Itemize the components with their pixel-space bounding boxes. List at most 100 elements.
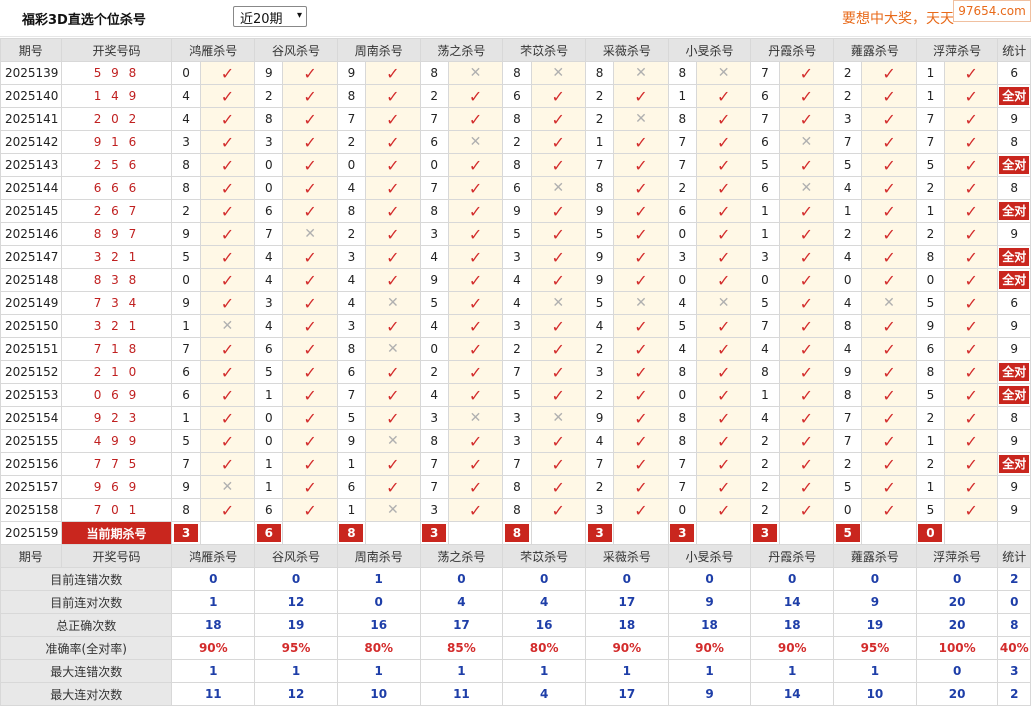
result-mark-cell: ✓	[944, 291, 999, 315]
kill-number-cell: 3	[254, 291, 284, 315]
result-mark-cell: ✓	[530, 107, 586, 131]
kill-number-cell: 8	[336, 84, 367, 108]
result-mark-cell: ✓	[282, 429, 338, 453]
kill-number-cell: 0	[833, 498, 863, 522]
check-icon: ✓	[220, 155, 235, 175]
current-kill-cell: 8	[502, 521, 532, 545]
result-mark-cell: ✓	[447, 429, 504, 453]
result-mark-cell: ✓	[944, 268, 999, 292]
check-icon: ✓	[468, 339, 483, 359]
result-mark-cell: ✓	[282, 84, 338, 108]
check-icon: ✓	[220, 270, 235, 290]
result-mark-cell: ✓	[778, 291, 835, 315]
kill-number-cell: 6	[419, 130, 449, 154]
check-icon: ✓	[634, 385, 648, 405]
check-icon: ✓	[551, 362, 565, 382]
result-mark-cell: ✓	[530, 383, 586, 407]
result-mark-cell: ✕	[447, 130, 504, 154]
stat-value: 17	[584, 590, 669, 614]
check-icon: ✓	[964, 86, 978, 106]
result-mark-cell: ✓	[447, 176, 504, 200]
column-header: 浮萍杀号	[915, 544, 999, 568]
result-mark-cell: ✓	[944, 383, 999, 407]
result-mark-cell: ✕	[447, 61, 504, 85]
kill-number-cell: 6	[171, 383, 201, 407]
result-mark-cell: ✓	[695, 268, 752, 292]
result-mark-cell: ✓	[530, 475, 586, 499]
kill-number-cell: 3	[584, 498, 615, 522]
result-mark-cell: ✓	[944, 245, 999, 269]
result-mark-cell: ✓	[695, 360, 752, 384]
result-mark-cell: ✓	[695, 176, 752, 200]
kill-number-cell: 1	[750, 383, 780, 407]
result-mark-cell: ✕	[613, 291, 669, 315]
header-row: 期号 开奖号码 鸿雁杀号 谷风杀号 周南杀号 荡之杀号 芣苡杀号 采薇杀号 小旻杀号 丹霞杀号 蕹露…	[0, 544, 1031, 568]
check-icon: ✓	[220, 385, 235, 405]
check-icon: ✓	[551, 316, 565, 336]
result-mark-cell: ✓	[447, 268, 504, 292]
result-mark-cell: ✕	[530, 406, 586, 430]
kill-number-cell: 9	[254, 61, 284, 85]
check-icon: ✓	[882, 270, 896, 290]
kill-number-cell: 2	[171, 199, 201, 223]
stat-cell: 全对	[997, 452, 1031, 476]
kill-number-cell: 1	[750, 199, 780, 223]
check-icon: ✓	[964, 500, 978, 520]
check-icon: ✓	[716, 201, 731, 221]
page-title: 福彩3D直选个位杀号	[22, 13, 146, 28]
result-mark-cell: ✓	[365, 61, 421, 85]
kill-number-cell: 8	[419, 429, 449, 453]
draw-number-cell: 2 5 6	[60, 153, 173, 177]
full-correct-badge: 全对	[999, 386, 1030, 404]
column-header: 期号	[0, 544, 62, 568]
stat-value: 1	[502, 659, 586, 683]
stat-value: 90%	[171, 636, 256, 660]
draw-number-cell: 1 4 9	[60, 84, 173, 108]
kill-number-cell: 5	[833, 153, 863, 177]
check-icon: ✓	[220, 109, 235, 129]
result-mark-cell: ✓	[447, 475, 504, 499]
kill-number-cell: 8	[667, 61, 697, 85]
issue-cell: 2025153	[0, 383, 62, 407]
check-icon: ✓	[468, 155, 483, 175]
result-mark-cell: ✓	[695, 383, 752, 407]
stat-value: 0	[171, 567, 256, 591]
result-mark-cell: ✕	[199, 475, 256, 499]
result-mark-cell: ✓	[447, 107, 504, 131]
kill-number-cell: 4	[833, 245, 863, 269]
cross-icon: ✕	[883, 295, 895, 311]
column-header: 周南杀号	[336, 544, 421, 568]
check-icon: ✓	[716, 178, 731, 198]
kill-number-cell: 7	[915, 130, 946, 154]
check-icon: ✓	[220, 224, 235, 244]
kill-number-cell: 5	[750, 291, 780, 315]
kill-number-cell: 6	[750, 130, 780, 154]
period-select[interactable]: 近20期 ▾	[233, 6, 307, 27]
check-icon: ✓	[386, 362, 400, 382]
current-kill-cell: 3	[667, 521, 697, 545]
stat-count: 8	[1010, 181, 1019, 195]
check-icon: ✓	[799, 408, 814, 428]
result-mark-cell: ✓	[365, 452, 421, 476]
column-header: 采薇杀号	[584, 544, 669, 568]
result-mark-cell: ✓	[199, 429, 256, 453]
kill-number-cell: 6	[171, 360, 201, 384]
kill-number-cell: 1	[254, 475, 284, 499]
check-icon: ✓	[468, 270, 483, 290]
kill-number-cell: 8	[750, 360, 780, 384]
check-icon: ✓	[716, 454, 731, 474]
current-kill-number: 6	[256, 524, 281, 542]
check-icon: ✓	[303, 247, 317, 267]
check-icon: ✓	[386, 132, 400, 152]
current-empty-cell	[282, 521, 338, 545]
result-mark-cell: ✓	[530, 360, 586, 384]
kill-number-cell: 6	[502, 176, 532, 200]
issue-cell: 2025141	[0, 107, 62, 131]
check-icon: ✓	[716, 247, 731, 267]
cross-icon: ✕	[469, 410, 482, 426]
kill-number-cell: 4	[254, 314, 284, 338]
check-icon: ✓	[303, 132, 317, 152]
kill-number-cell: 7	[750, 107, 780, 131]
result-mark-cell: ✓	[199, 337, 256, 361]
result-mark-cell: ✓	[282, 360, 338, 384]
